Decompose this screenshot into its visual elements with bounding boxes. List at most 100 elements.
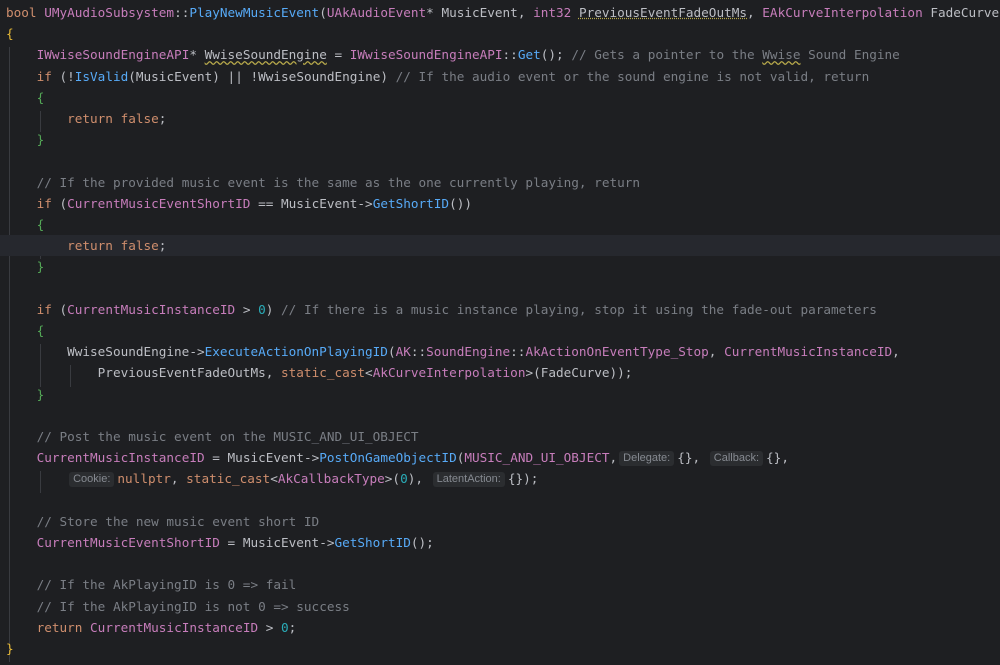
code-token: ; <box>158 111 167 126</box>
code-token: SoundEngine <box>426 344 511 360</box>
code-token: PostOnGameObjectID <box>319 450 457 466</box>
code-token: UAkAudioEvent <box>326 5 427 20</box>
code-keyword: return <box>67 111 121 126</box>
code-token: :: <box>174 5 190 20</box>
code-token: ExecuteActionOnPlayingID <box>204 344 388 360</box>
code-line[interactable]: { <box>0 23 1000 44</box>
code-token: IsValid <box>74 68 129 84</box>
code-line[interactable]: // If the AkPlayingID is 0 => fail <box>0 574 1000 595</box>
code-line[interactable]: return false; <box>0 235 1000 257</box>
code-line[interactable]: // If the AkPlayingID is not 0 => succes… <box>0 596 1000 617</box>
code-line[interactable]: // Store the new music event short ID <box>0 511 1000 532</box>
code-token: MusicEvent <box>242 535 320 550</box>
code-token: = <box>219 535 243 550</box>
code-token: GetShortID <box>334 535 411 550</box>
code-token: { <box>36 323 45 338</box>
code-token: MusicEvent <box>281 195 358 211</box>
code-line[interactable] <box>0 405 1000 426</box>
code-token: ( <box>128 68 136 84</box>
code-line[interactable]: return CurrentMusicInstanceID > 0; <box>0 617 1000 638</box>
code-comment: // Post the music event on the MUSIC_AND… <box>36 429 419 444</box>
code-line[interactable]: CurrentMusicInstanceID = MusicEvent->Pos… <box>0 447 1000 468</box>
code-token: ; <box>288 619 297 635</box>
code-line[interactable]: // If the provided music event is the sa… <box>0 172 1000 193</box>
code-line[interactable]: if (CurrentMusicEventShortID == MusicEve… <box>0 193 1000 214</box>
code-token: AkCurveInterpolation <box>372 365 526 381</box>
code-line[interactable]: } <box>0 129 1000 150</box>
code-token: Get <box>517 47 541 63</box>
code-token: ; <box>158 238 167 254</box>
code-token: 0 <box>281 619 289 635</box>
code-token: > <box>235 301 259 317</box>
code-keyword: nullptr <box>117 471 171 487</box>
code-editor[interactable]: bool UMyAudioSubsystem::PlayNewMusicEven… <box>0 0 1000 665</box>
code-token: -> <box>303 450 320 466</box>
code-token: == <box>250 195 282 211</box>
code-line[interactable]: bool UMyAudioSubsystem::PlayNewMusicEven… <box>0 2 1000 23</box>
code-token: , <box>781 450 789 466</box>
code-token: PreviousEventFadeOutMs <box>578 5 748 20</box>
code-line[interactable]: } <box>0 384 1000 405</box>
code-token: (); <box>540 47 572 63</box>
code-line[interactable]: WwiseSoundEngine->ExecuteActionOnPlaying… <box>0 341 1000 362</box>
code-line[interactable] <box>0 553 1000 574</box>
code-line[interactable]: return false; <box>0 108 1000 129</box>
code-token: , <box>747 5 763 20</box>
code-token: IWwiseSoundEngineAPI <box>349 47 503 63</box>
code-token: CurrentMusicInstanceID <box>67 301 236 317</box>
code-line[interactable]: PreviousEventFadeOutMs, static_cast<AkCu… <box>0 362 1000 383</box>
code-comment: // If the AkPlayingID is not 0 => succes… <box>36 598 350 614</box>
code-line[interactable] <box>0 150 1000 171</box>
code-line[interactable] <box>0 278 1000 299</box>
code-token: , <box>170 471 187 487</box>
code-keyword: bool <box>6 5 45 20</box>
code-comment: // If the AkPlayingID is 0 => fail <box>36 577 297 593</box>
code-token: } <box>36 386 45 402</box>
code-token: } <box>36 259 45 275</box>
code-line[interactable] <box>0 490 1000 511</box>
code-line[interactable]: { <box>0 320 1000 341</box>
code-line[interactable]: } <box>0 638 1000 659</box>
code-token: } <box>36 132 45 148</box>
code-token: 0 <box>258 301 266 317</box>
code-comment: // If there is a music instance playing,… <box>281 301 877 317</box>
code-token: , <box>708 344 725 360</box>
code-line[interactable]: if (CurrentMusicInstanceID > 0) // If th… <box>0 299 1000 320</box>
code-token: * <box>189 47 205 63</box>
code-line[interactable]: { <box>0 214 1000 235</box>
code-token: )); <box>609 365 633 381</box>
code-line[interactable]: { <box>0 87 1000 108</box>
code-token: , <box>892 344 900 360</box>
code-token: = <box>204 450 228 466</box>
code-line[interactable]: // Post the music event on the MUSIC_AND… <box>0 426 1000 447</box>
code-line[interactable]: IWwiseSoundEngineAPI* WwiseSoundEngine =… <box>0 44 1000 65</box>
code-keyword: static_cast <box>186 471 271 487</box>
parameter-hint: Delegate: <box>619 451 675 467</box>
code-token: , <box>265 365 282 381</box>
code-comment: Sound Engine <box>800 47 900 63</box>
code-token: CurrentMusicEventShortID <box>67 195 251 211</box>
code-token: ( <box>59 195 68 211</box>
code-line[interactable]: } <box>0 256 1000 277</box>
code-line[interactable]: Cookie: nullptr, static_cast<AkCallbackTy… <box>0 468 1000 489</box>
code-line[interactable]: CurrentMusicEventShortID = MusicEvent->G… <box>0 532 1000 553</box>
code-token: CurrentMusicInstanceID <box>36 450 205 466</box>
code-token: , <box>609 450 618 466</box>
code-line[interactable]: if (!IsValid(MusicEvent) || !WwiseSoundE… <box>0 66 1000 87</box>
code-token: < <box>365 365 373 381</box>
code-token: >( <box>384 471 401 487</box>
code-token: -> <box>357 195 373 211</box>
code-token: AK <box>395 344 411 360</box>
